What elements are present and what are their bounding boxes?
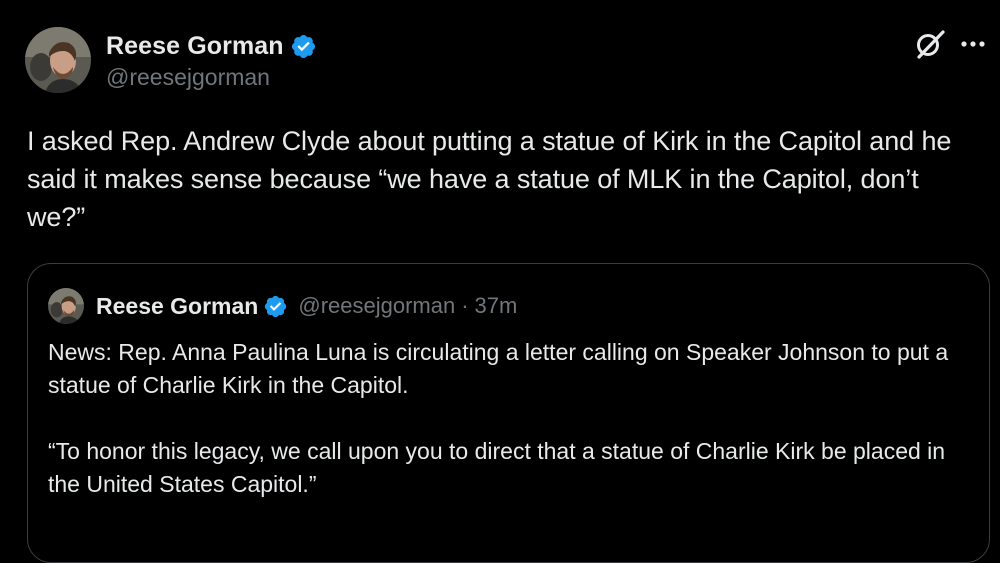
quoted-author-display-name[interactable]: Reese Gorman [96,293,258,320]
quoted-author-avatar[interactable] [48,288,84,324]
quoted-tweet-text: News: Rep. Anna Paulina Luna is circulat… [48,336,978,501]
author-info[interactable]: Reese Gorman @reesejgorman [106,31,317,91]
quoted-tweet-card[interactable]: Reese Gorman @reesejgorman · 37m News: R… [27,263,990,563]
more-options-icon[interactable] [958,30,988,58]
quoted-author-handle[interactable]: @reesejgorman [298,293,455,319]
quoted-tweet-header: Reese Gorman @reesejgorman · 37m [96,290,517,322]
author-display-name[interactable]: Reese Gorman [106,32,284,61]
author-avatar[interactable] [25,27,91,93]
quoted-tweet-paragraph: News: Rep. Anna Paulina Luna is circulat… [48,339,949,398]
verified-badge-icon [291,34,315,58]
separator-dot: · [461,293,469,318]
quoted-tweet-paragraph: “To honor this legacy, we call upon you … [48,438,946,497]
quoted-tweet-timestamp[interactable]: 37m [475,293,518,319]
author-handle[interactable]: @reesejgorman [106,64,317,91]
tweet-text: I asked Rep. Andrew Clyde about putting … [27,126,952,232]
grok-icon[interactable] [913,27,947,61]
verified-badge-icon [265,295,287,317]
